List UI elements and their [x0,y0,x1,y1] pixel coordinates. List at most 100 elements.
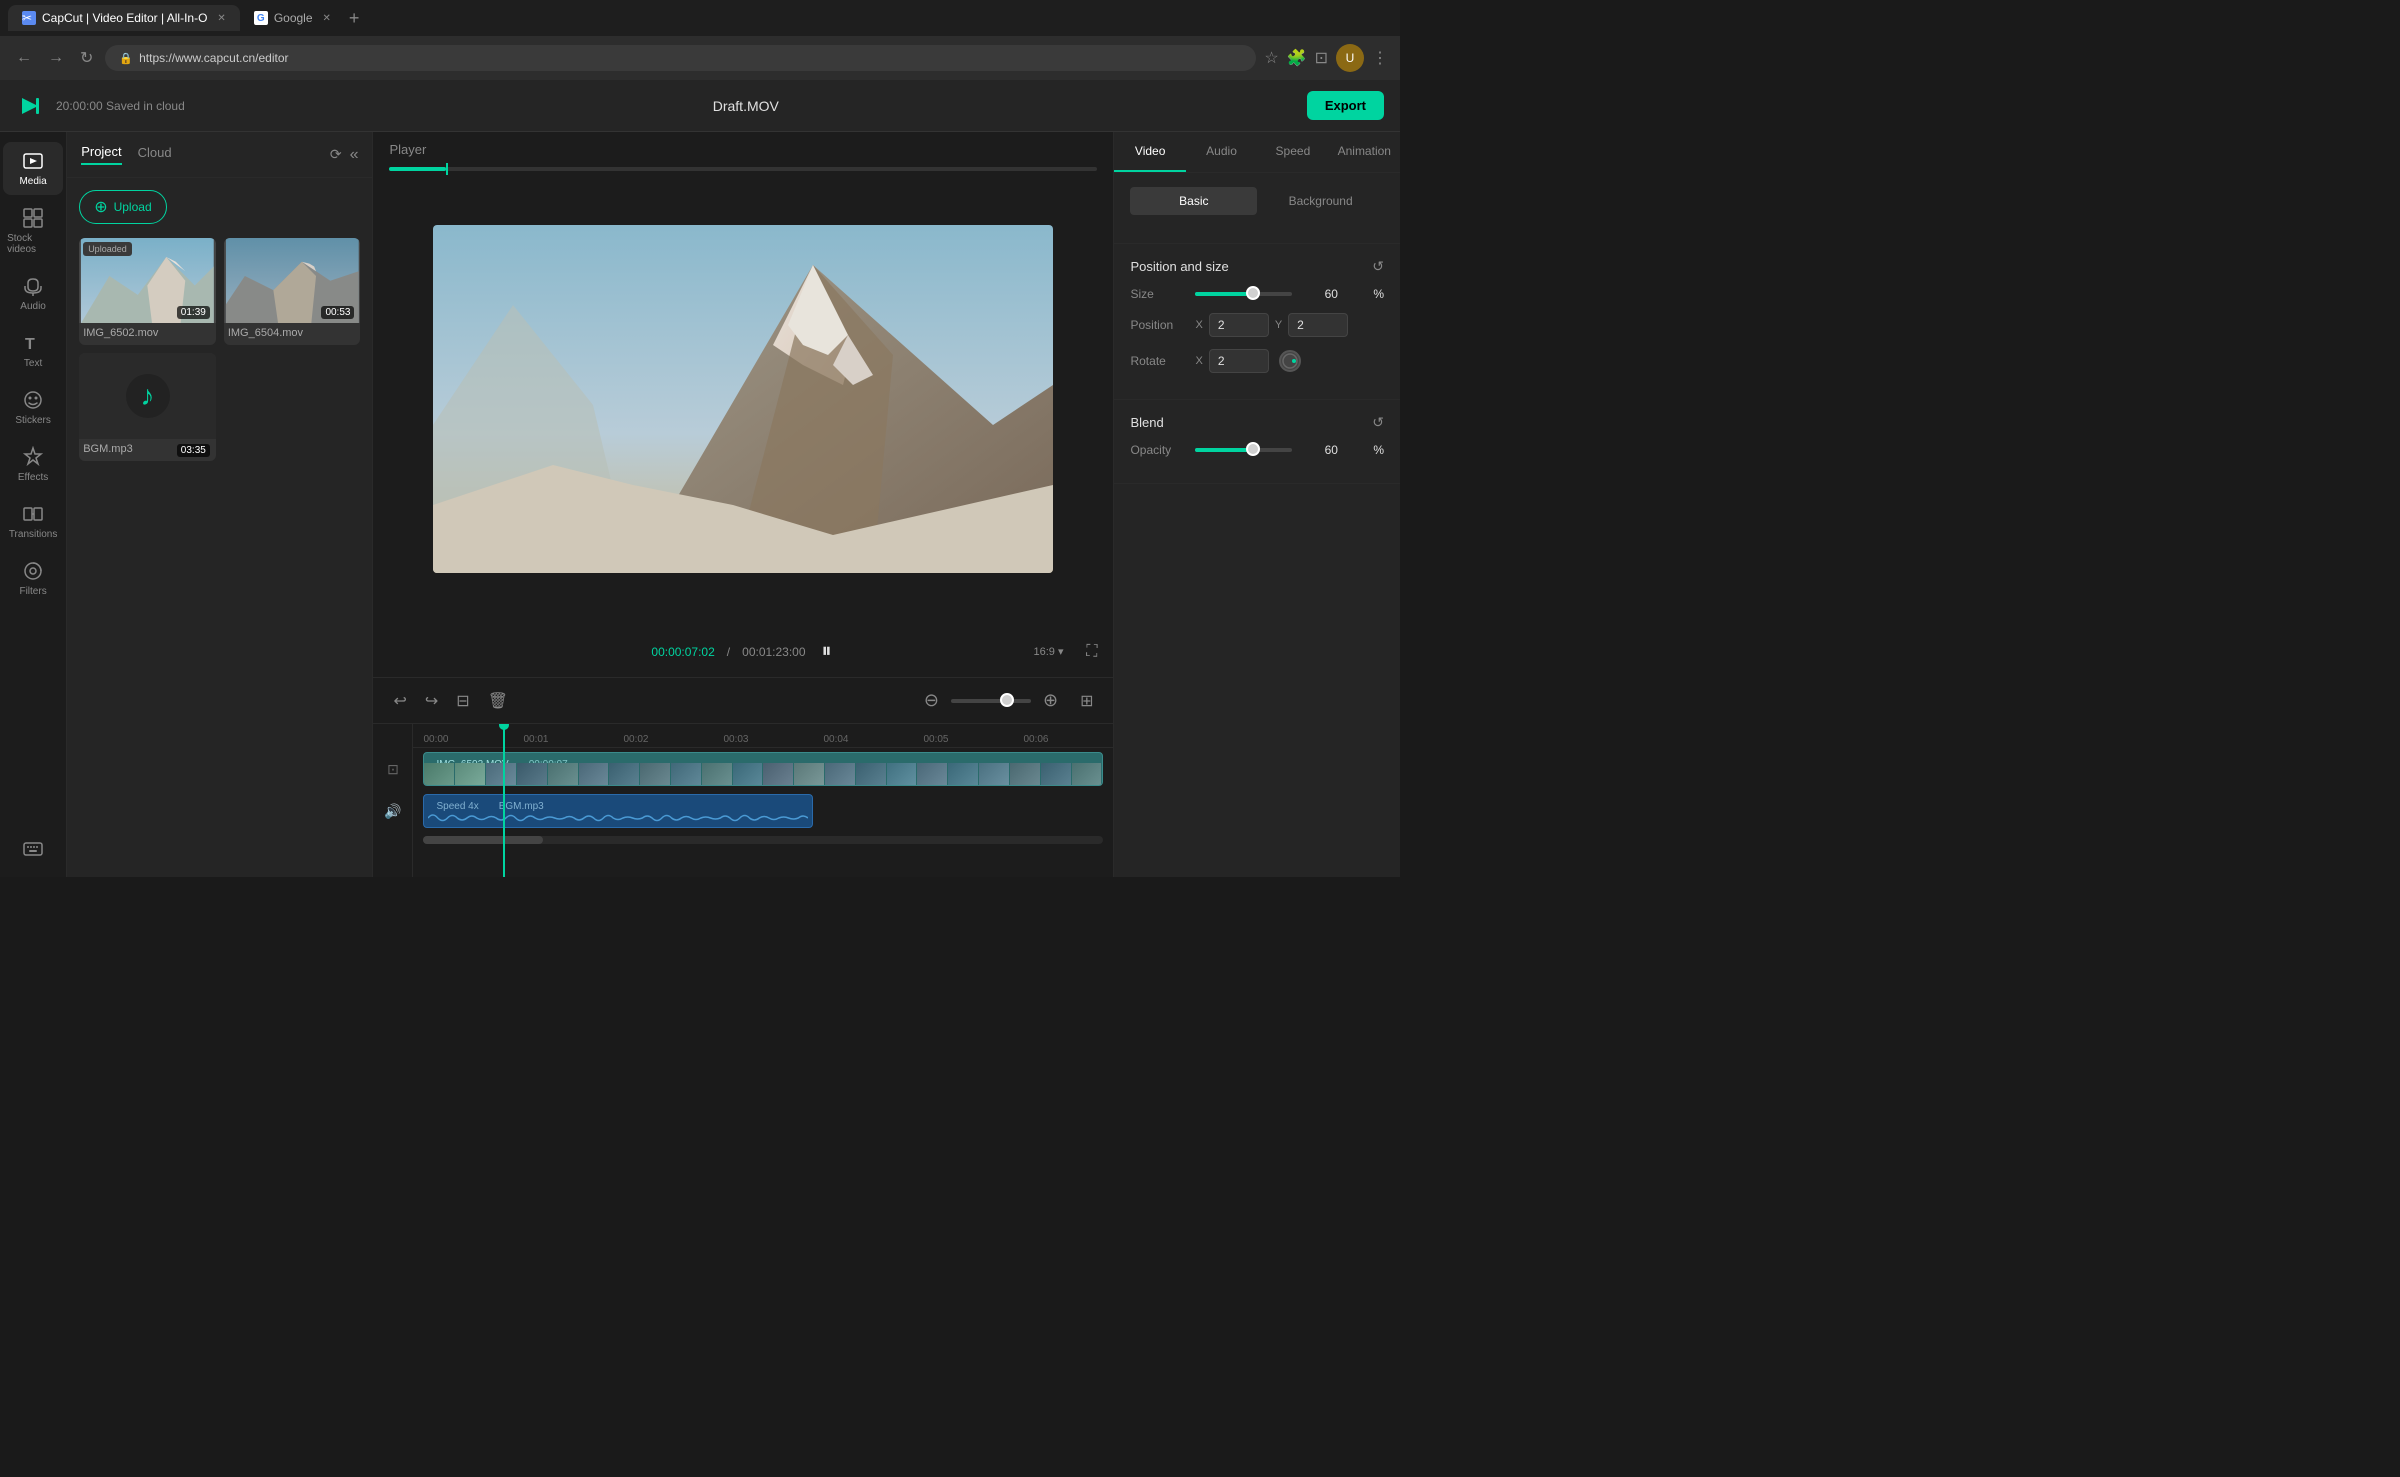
sidebar-item-keyboard[interactable] [3,829,63,867]
media-panel: Project Cloud ⟳ « ⊕ Upload [67,132,373,877]
timeline-scrollbar-thumb[interactable] [423,836,543,844]
upload-button[interactable]: ⊕ Upload [79,190,166,224]
track-audio-volume-icon[interactable]: 🔊 [384,803,401,820]
zoom-in-button[interactable]: ⊕ [1039,686,1062,715]
timeline-progress-bar[interactable] [389,167,1097,171]
rotate-x-input[interactable] [1209,349,1269,373]
tab-capcut[interactable]: ✂ CapCut | Video Editor | All-In-O ✕ [8,5,240,31]
rotate-x-label: X [1195,355,1202,367]
right-sub-tab-basic[interactable]: Basic [1130,187,1257,215]
sidebar-item-text[interactable]: T Text [3,324,63,377]
frame-16 [887,763,918,785]
blend-label: Blend [1130,415,1163,430]
timeline-scrollbar-container [413,836,1113,844]
timeline-scrollbar-track [423,836,1103,844]
aspect-ratio-label: 16:9 [1034,646,1055,658]
menu-button[interactable]: ⋮ [1372,48,1388,68]
export-button[interactable]: Export [1307,91,1384,120]
sidebar-item-stock[interactable]: Stock videos [3,199,63,263]
position-y-input[interactable] [1288,313,1348,337]
new-tab-button[interactable]: + [349,8,360,29]
browser-toolbar: ← → ↻ 🔒 https://www.capcut.cn/editor ☆ 🧩… [0,36,1400,80]
undo-button[interactable]: ↩ [389,687,410,715]
icon-sidebar: Media Stock videos Audio T Text Stickers… [0,132,67,877]
reload-button[interactable]: ↻ [76,44,97,72]
tab-capcut-close[interactable]: ✕ [217,13,225,24]
frame-5 [548,763,579,785]
media-item-img6502[interactable]: Uploaded 01:39 IMG_6502.mov [79,238,216,345]
forward-button[interactable]: → [44,45,68,71]
track-clip-audio[interactable]: Speed 4x BGM.mp3 [423,794,813,828]
tab-google-close[interactable]: ✕ [323,13,331,24]
track-video-screen-icon[interactable]: ⊡ [387,761,399,778]
timeline-head [446,163,448,175]
right-tab-speed[interactable]: Speed [1257,132,1328,172]
media-item-img6504[interactable]: 00:53 IMG_6504.mov [224,238,361,345]
media-badge-uploaded: Uploaded [83,242,132,256]
right-sub-tab-background[interactable]: Background [1257,187,1384,215]
split-button[interactable]: ⊟ [452,687,473,715]
position-y-label: Y [1275,319,1282,331]
tab-capcut-label: CapCut | Video Editor | All-In-O [42,11,207,25]
extensions-button[interactable]: 🧩 [1287,48,1307,68]
sidebar-audio-label: Audio [20,301,46,312]
fullscreen-button[interactable]: ⛶ [1086,643,1097,661]
add-track-button[interactable]: ⊞ [1076,687,1097,715]
position-size-reset[interactable]: ↺ [1372,258,1384,275]
user-avatar[interactable]: U [1336,44,1364,72]
address-text: https://www.capcut.cn/editor [139,51,288,65]
media-duration-bgm: 03:35 [177,444,210,457]
right-tab-animation[interactable]: Animation [1329,132,1400,172]
size-slider-thumb[interactable] [1246,286,1260,300]
frame-2 [455,763,486,785]
sidebar-item-audio[interactable]: Audio [3,267,63,320]
frame-21 [1041,763,1072,785]
frame-14 [825,763,856,785]
opacity-slider-thumb[interactable] [1246,442,1260,456]
zoom-thumb[interactable] [1000,693,1014,707]
right-tab-audio[interactable]: Audio [1186,132,1257,172]
position-x-input[interactable] [1209,313,1269,337]
size-slider[interactable] [1195,292,1292,296]
playhead-line[interactable] [503,724,505,877]
position-size-title: Position and size ↺ [1130,258,1384,275]
panel-tab-cloud[interactable]: Cloud [138,145,172,164]
sidebar-item-media[interactable]: Media [3,142,63,195]
upload-plus-icon: ⊕ [94,197,107,217]
pause-button[interactable]: ⏸ [818,636,836,667]
draft-title: Draft.MOV [713,98,779,114]
zoom-slider[interactable] [951,699,1031,703]
app-logo [16,92,44,120]
size-label: Size [1130,287,1185,301]
sidebar-item-stickers[interactable]: Stickers [3,381,63,434]
aspect-ratio-button[interactable]: 16:9 ▾ [1034,645,1064,658]
position-label: Position [1130,318,1185,332]
size-percent: % [1348,287,1384,301]
ruler-03: 00:03 [723,734,748,745]
profile-button[interactable]: ⊡ [1315,48,1328,68]
collapse-button[interactable]: « [350,146,359,164]
panel-tab-project[interactable]: Project [81,144,121,165]
sidebar-item-transitions[interactable]: Transitions [3,495,63,548]
tab-google[interactable]: G Google ✕ [240,5,345,31]
right-tab-video[interactable]: Video [1114,132,1185,172]
track-clip-video[interactable]: IMG_6502.MOV 00:00:07 [423,752,1103,786]
media-name-img6504: IMG_6504.mov [224,323,361,345]
sidebar-item-effects[interactable]: Effects [3,438,63,491]
zoom-out-button[interactable]: ⊖ [920,686,943,715]
timeline-ruler: 00:00 00:01 00:02 00:03 00:04 00:05 00:0… [413,724,1113,748]
rotate-dial[interactable] [1279,350,1301,372]
star-button[interactable]: ☆ [1264,48,1278,68]
refresh-button[interactable]: ⟳ [330,146,342,164]
media-item-bgm[interactable]: ♪ 03:35 BGM.mp3 [79,353,216,460]
main-layout: Media Stock videos Audio T Text Stickers… [0,132,1400,877]
sidebar-item-filters[interactable]: Filters [3,552,63,605]
video-frames-strip [424,763,1102,785]
redo-button[interactable]: ↪ [421,687,442,715]
back-button[interactable]: ← [12,45,36,71]
blend-reset[interactable]: ↺ [1372,414,1384,431]
opacity-slider[interactable] [1195,448,1292,452]
address-bar[interactable]: 🔒 https://www.capcut.cn/editor [105,45,1256,71]
delete-button[interactable]: 🗑 [484,687,512,715]
right-sub-tabs: Basic Background [1130,187,1384,215]
